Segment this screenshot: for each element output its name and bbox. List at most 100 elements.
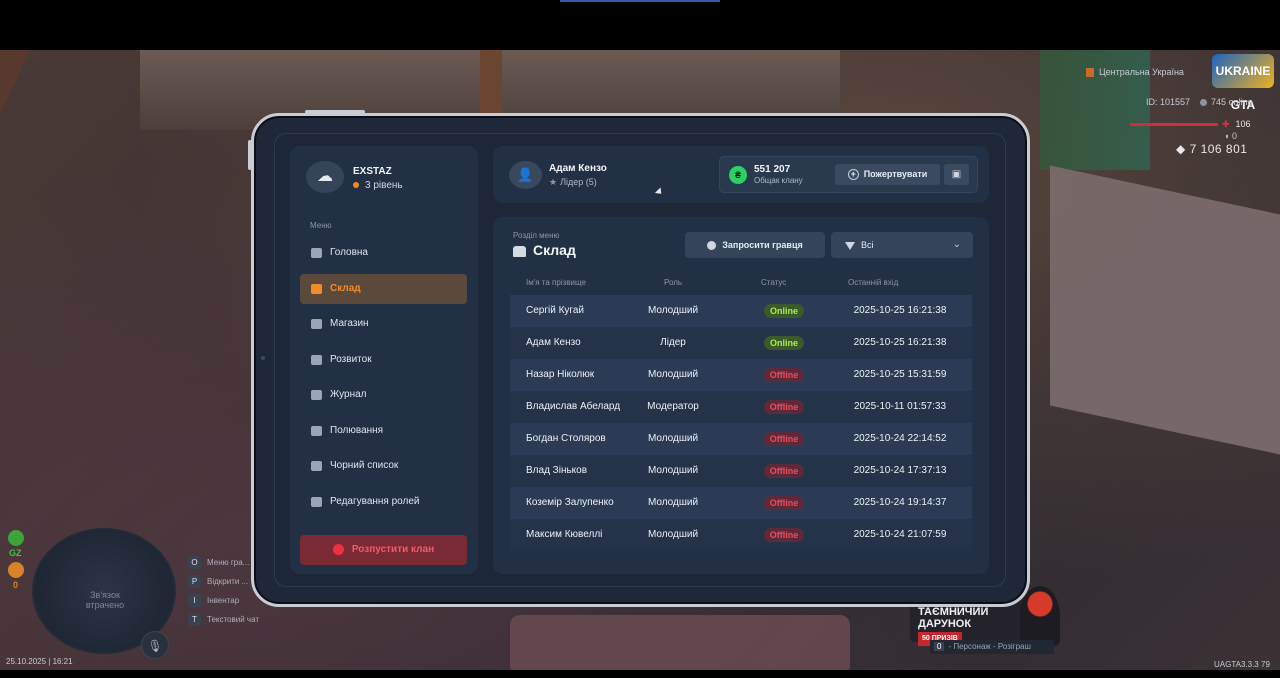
member-status: Offline [750,519,818,551]
user-gear-icon [311,497,322,507]
target-icon [311,426,322,436]
table-row[interactable]: Назар Ніколюк Молодший Offline 2025-10-2… [510,359,972,391]
status-badge: Offline [763,432,805,446]
background-chair [510,615,850,675]
wallet-button[interactable]: ▣ [944,164,969,185]
sidebar-item-shop[interactable]: Магазин [300,309,467,339]
region-label: Центральна Україна [1099,67,1184,77]
hotkey-hint: O Меню гра... [188,556,259,575]
version-suffix: 79 [1261,660,1270,669]
table-row[interactable]: Максим Кювеллі Молодший Offline 2025-10-… [510,519,972,551]
member-role: Молодший [647,433,699,444]
health-bar [1130,123,1218,126]
player-name: Адам Кензо [549,163,607,174]
tablet-camera [261,356,265,360]
server-logo: UKRAINE GTA [1212,54,1274,112]
hud-region: Центральна Україна [1086,67,1184,78]
tablet-top-button [305,110,365,114]
minimap-status: Зв'язок втрачено [85,590,125,610]
chevron-down-icon: ⌄ [952,239,961,250]
fund-label: Общак клану [754,176,803,185]
money-value: 7 106 801 [1189,142,1248,156]
hud-version: UAGTA3.3.3 79 [1214,660,1270,669]
sidebar-item-label: Редагування ролей [330,496,420,507]
hotkey-hint: P Відкрити ... [188,575,259,594]
member-status: Online [750,327,818,359]
column-header-role: Роль [664,278,683,287]
money-icon: ◆ [1176,142,1190,156]
sidebar-item-hunting[interactable]: Полювання [300,416,467,446]
donate-button[interactable]: + Пожертвувати [835,164,940,185]
disband-label: Розпустити клан [351,544,435,555]
player-role: ★ Лідер (5) [549,177,597,188]
table-row[interactable]: Сергій Кугай Молодший Online 2025-10-25 … [510,295,972,327]
sidebar-item-label: Чорний список [330,460,399,471]
hotkey-hint: T Текстовий чат [188,613,259,632]
member-last-login: 2025-10-24 19:14:37 [853,497,947,508]
microphone-icon[interactable]: 🎙 [141,631,169,659]
table-row[interactable]: Влад Зіньков Молодший Offline 2025-10-24… [510,455,972,487]
table-row[interactable]: Владислав Абелард Модератор Offline 2025… [510,391,972,423]
member-status: Offline [750,391,818,423]
hud-datetime: 25.10.2025 | 16:21 [6,657,73,666]
member-last-login: 2025-10-24 21:07:59 [853,529,947,540]
sidebar-item-home[interactable]: Головна [300,238,467,268]
loading-line [560,0,720,2]
member-last-login: 2025-10-25 16:21:38 [853,305,947,316]
hotkey-label: Текстовий чат [207,615,260,624]
disband-icon [332,543,344,555]
invite-player-button[interactable]: Запросити гравця [685,232,825,258]
member-status: Offline [750,487,818,519]
table-row[interactable]: Адам Кензо Лідер Online 2025-10-25 16:21… [510,327,972,359]
gz-label: GZ [9,548,22,558]
table-row[interactable]: Коземір Залупенко Молодший Offline 2025-… [510,487,972,519]
shop-icon [311,319,322,329]
member-name: Адам Кензо [526,337,581,348]
page-title-text: Склад [533,242,576,258]
sidebar-item-roster[interactable]: Склад [300,274,467,304]
armor-icon: ◖ [1224,131,1232,141]
currency-icon: ₴ [729,166,747,184]
sidebar-item-label: Склад [330,283,361,294]
member-last-login: 2025-10-25 15:31:59 [853,369,947,380]
sidebar-item-blacklist[interactable]: Чорний список [300,451,467,481]
donate-label: Пожертвувати [863,169,928,179]
users-icon [311,284,322,294]
status-badge: Online [763,304,804,318]
disband-clan-button[interactable]: Розпустити клан [300,535,467,565]
hotkey-label: Відкрити ... [207,577,249,586]
home-icon [311,248,322,258]
member-role: Молодший [647,305,699,316]
member-status: Offline [750,359,818,391]
user-plus-icon [707,241,717,251]
member-name: Максим Кювеллі [526,529,603,540]
hotkey-key: P [188,575,201,588]
member-name: Сергій Кугай [526,305,584,316]
armor-readout: ◖ 0 [1224,131,1237,141]
member-last-login: 2025-10-11 01:57:33 [853,401,947,412]
plus-circle-icon: + [847,169,859,181]
member-role: Лідер [660,337,686,348]
chart-icon [311,355,322,365]
level-dot-icon [353,182,359,189]
background-table [1050,165,1280,455]
sidebar-item-roles[interactable]: Редагування ролей [300,487,467,517]
book-icon [311,390,322,400]
status-filter-select[interactable]: Всі ⌄ [831,232,973,258]
page-title: Склад [513,242,576,258]
hotkey-hints: O Меню гра... P Відкрити ... I Інвентар T Те… [188,556,259,632]
clan-name: EXSTAZ [353,166,392,177]
sidebar-item-journal[interactable]: Журнал [300,380,467,410]
health-icon: ✚ [1222,119,1230,129]
gift-hint-text: - Персонаж - Розіграш [948,642,1031,651]
column-header-name: Ім'я та прізвище [526,278,586,287]
sidebar-item-development[interactable]: Розвиток [300,345,467,375]
member-role: Молодший [647,369,699,380]
health-readout: ✚ 106 [1222,119,1251,130]
status-badge: Offline [763,400,805,414]
table-row[interactable]: Богдан Столяров Молодший Offline 2025-10… [510,423,972,455]
block-icon [311,461,322,471]
member-role: Молодший [647,529,699,540]
member-name: Коземір Залупенко [526,497,614,508]
hotkey-label: Меню гра... [207,558,250,567]
